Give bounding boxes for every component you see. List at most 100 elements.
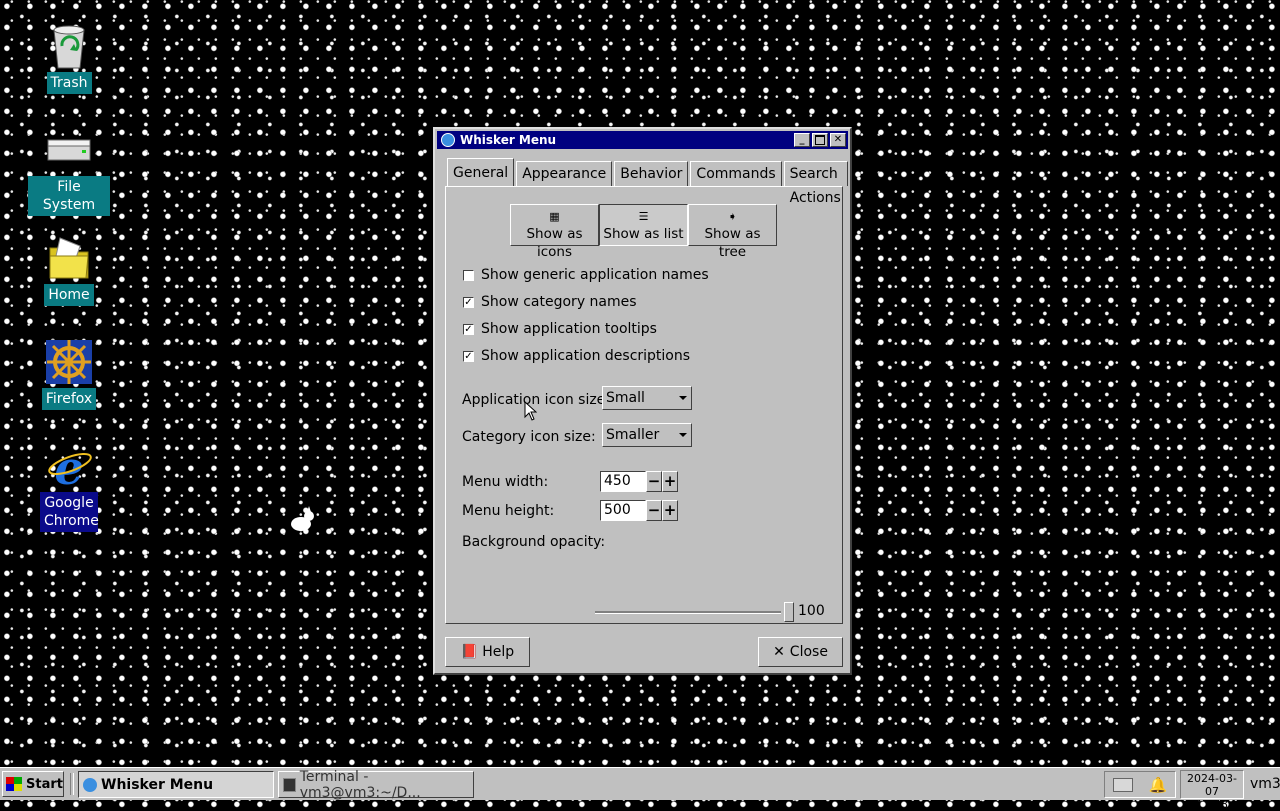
desktop-icon-label: Google Chrome bbox=[40, 492, 99, 532]
view-mode-group: ▦ Show as icons ☰ Show as list ➧ Show as… bbox=[510, 204, 777, 260]
start-label: Start bbox=[26, 776, 63, 792]
checkbox-generic-names-row[interactable]: Show generic application names bbox=[463, 267, 709, 283]
checkbox-category-names-row[interactable]: ✓ Show category names bbox=[463, 294, 637, 310]
desktop-icon-label: File System bbox=[28, 176, 110, 216]
menu-height-increment[interactable]: + bbox=[662, 500, 678, 521]
desktop-icon-label: Firefox bbox=[41, 388, 97, 410]
desktop-icon-label: Home bbox=[44, 284, 94, 306]
list-icon: ☰ bbox=[638, 210, 649, 223]
tree-icon: ➧ bbox=[727, 210, 738, 223]
checkbox-tooltips-row[interactable]: ✓ Show application tooltips bbox=[463, 321, 657, 337]
help-label: Help bbox=[482, 644, 515, 660]
show-as-tree-label: Show as tree bbox=[704, 226, 761, 260]
drive-icon bbox=[44, 130, 94, 178]
trash-icon bbox=[44, 22, 94, 70]
checkbox-descriptions-row[interactable]: ✓ Show application descriptions bbox=[463, 348, 690, 364]
menu-width-label: Menu width: bbox=[462, 474, 549, 490]
taskbar: Start Whisker Menu Terminal - vm3@vm3:~/… bbox=[0, 767, 1280, 811]
clock[interactable]: 2024-03-07 11:48 bbox=[1180, 770, 1244, 811]
taskbar-separator bbox=[70, 773, 74, 795]
category-icon-size-value: Smaller bbox=[606, 427, 660, 443]
menu-width-input[interactable]: 450 bbox=[600, 471, 646, 492]
windows-logo-icon bbox=[6, 777, 22, 791]
close-x-icon: ✕ bbox=[773, 644, 785, 660]
opacity-slider-track[interactable] bbox=[595, 611, 781, 614]
title-bar[interactable]: Whisker Menu _ ✕ bbox=[437, 131, 848, 149]
close-icon: ✕ bbox=[833, 134, 843, 145]
grid-icon: ▦ bbox=[549, 210, 560, 223]
tab-appearance[interactable]: Appearance bbox=[516, 161, 613, 186]
menu-height-spinner: 500 − + bbox=[600, 500, 680, 521]
clock-date: 2024-03-07 bbox=[1187, 772, 1237, 798]
desktop-pet-icon bbox=[287, 506, 317, 538]
show-as-tree-button[interactable]: ➧ Show as tree bbox=[688, 204, 777, 260]
maximize-button[interactable] bbox=[812, 133, 828, 147]
menu-height-input[interactable]: 500 bbox=[600, 500, 646, 521]
svg-text:e: e bbox=[54, 442, 83, 490]
maximize-icon bbox=[815, 135, 825, 145]
tab-bar: General Appearance Behavior Commands Sea… bbox=[447, 158, 850, 206]
whisker-app-icon bbox=[83, 777, 97, 792]
menu-width-increment[interactable]: + bbox=[662, 471, 678, 492]
background-opacity-label: Background opacity: bbox=[462, 534, 606, 550]
desktop-icon-label: Trash bbox=[46, 72, 92, 94]
checkbox-label: Show category names bbox=[481, 294, 637, 310]
show-as-list-label: Show as list bbox=[603, 226, 684, 242]
desktop-icon-google-chrome[interactable]: e Google Chrome bbox=[28, 441, 110, 532]
desktop-icon-firefox[interactable]: Firefox bbox=[28, 338, 110, 410]
ship-wheel-icon bbox=[44, 338, 94, 386]
menu-width-decrement[interactable]: − bbox=[646, 471, 662, 492]
task-label: Terminal - vm3@vm3:~/D... bbox=[299, 768, 421, 801]
opacity-value: 100 bbox=[798, 603, 825, 619]
task-label: Whisker Menu bbox=[101, 776, 214, 793]
window-title: Whisker Menu bbox=[460, 133, 557, 147]
app-icon-size-select[interactable]: Small bbox=[602, 386, 692, 410]
chevron-down-icon bbox=[679, 433, 687, 437]
tab-general[interactable]: General bbox=[447, 158, 515, 186]
close-window-button[interactable]: ✕ bbox=[830, 133, 846, 147]
help-button[interactable]: 📕 Help bbox=[445, 637, 530, 667]
menu-width-spinner: 450 − + bbox=[600, 471, 680, 492]
checkbox-tooltips[interactable]: ✓ bbox=[463, 323, 474, 335]
checkbox-descriptions[interactable]: ✓ bbox=[463, 350, 474, 362]
tab-behavior[interactable]: Behavior bbox=[614, 161, 689, 186]
desktop-icon-home[interactable]: Home bbox=[28, 234, 110, 306]
desktop-icon-file-system[interactable]: File System bbox=[28, 130, 110, 216]
tab-search-actions[interactable]: Search Actions bbox=[783, 161, 848, 206]
close-button[interactable]: ✕ Close bbox=[758, 637, 843, 667]
general-panel: ▦ Show as icons ☰ Show as list ➧ Show as… bbox=[445, 186, 843, 624]
close-label: Close bbox=[789, 644, 828, 660]
start-button[interactable]: Start bbox=[2, 771, 64, 797]
menu-height-decrement[interactable]: − bbox=[646, 500, 662, 521]
whisker-app-icon bbox=[441, 133, 455, 147]
help-book-icon: 📕 bbox=[460, 644, 479, 660]
checkbox-generic-names[interactable] bbox=[463, 269, 474, 281]
menu-height-label: Menu height: bbox=[462, 503, 555, 519]
tab-commands[interactable]: Commands bbox=[690, 161, 782, 186]
minimize-button[interactable]: _ bbox=[794, 133, 810, 147]
task-whisker-menu[interactable]: Whisker Menu bbox=[78, 771, 274, 798]
show-as-icons-button[interactable]: ▦ Show as icons bbox=[510, 204, 599, 260]
checkbox-label: Show application tooltips bbox=[481, 321, 657, 337]
whisker-menu-window: Whisker Menu _ ✕ General Appearance Beha… bbox=[433, 127, 852, 675]
chevron-down-icon bbox=[679, 396, 687, 400]
minimize-icon: _ bbox=[799, 134, 805, 145]
opacity-slider-thumb[interactable] bbox=[784, 602, 794, 622]
category-icon-size-select[interactable]: Smaller bbox=[602, 423, 692, 447]
desktop-icon-trash[interactable]: Trash bbox=[28, 22, 110, 94]
show-as-icons-label: Show as icons bbox=[526, 226, 583, 260]
terminal-icon bbox=[283, 777, 296, 792]
checkbox-category-names[interactable]: ✓ bbox=[463, 296, 474, 308]
category-icon-size-label: Category icon size: bbox=[462, 429, 596, 445]
battery-icon[interactable] bbox=[1112, 777, 1133, 792]
task-terminal[interactable]: Terminal - vm3@vm3:~/D... bbox=[278, 768, 474, 801]
app-icon-size-value: Small bbox=[606, 390, 645, 406]
show-as-list-button[interactable]: ☰ Show as list bbox=[599, 204, 688, 246]
notification-bell-icon[interactable]: 🔔 bbox=[1148, 776, 1167, 794]
workspace-label[interactable]: vm3 bbox=[1250, 776, 1280, 792]
ie-e-icon: e bbox=[44, 441, 94, 495]
checkbox-label: Show application descriptions bbox=[481, 348, 691, 364]
checkbox-label: Show generic application names bbox=[481, 267, 709, 283]
folder-icon bbox=[44, 234, 94, 282]
system-tray: 🔔 bbox=[1104, 771, 1176, 798]
